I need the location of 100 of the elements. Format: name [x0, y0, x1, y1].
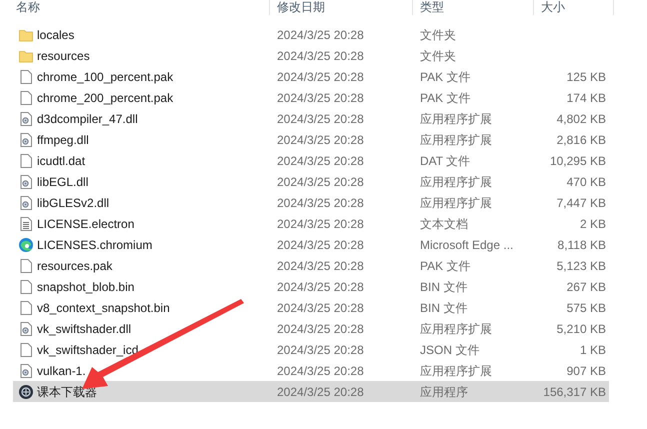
column-header[interactable]: 类型 — [420, 0, 444, 14]
file-size: 8,118 KB — [558, 236, 606, 254]
file-row[interactable]: icudtl.dat 2024/3/25 20:28 DAT 文件 10,295 KB — [13, 150, 609, 171]
file-icon — [18, 68, 34, 84]
modified-date: 2024/3/25 20:28 — [277, 216, 364, 232]
file-icon — [18, 300, 34, 316]
file-name: vk_swiftshader.dll — [37, 320, 132, 338]
file-row[interactable]: resources.pak 2024/3/25 20:28 PAK 文件 5,123 KB — [13, 255, 609, 276]
file-row[interactable]: vulkan-1. 2024/3/25 20:28 应用程序扩展 907 KB — [13, 360, 609, 381]
file-size: 125 KB — [566, 68, 606, 86]
file-type: PAK 文件 — [420, 90, 470, 106]
file-size: 2 KB — [580, 216, 606, 232]
file-icon — [18, 90, 34, 106]
file-type: Microsoft Edge ... — [420, 236, 514, 254]
file-type: 文本文档 — [420, 216, 468, 232]
file-name: snapshot_blob.bin — [37, 278, 134, 296]
file-size: 1 KB — [580, 342, 606, 358]
file-type: 文件夹 — [420, 26, 456, 44]
file-name: libEGL.dll — [37, 174, 88, 190]
text-file-icon — [18, 216, 34, 232]
file-name: d3dcompiler_47.dll — [37, 110, 138, 128]
modified-date: 2024/3/25 20:28 — [277, 342, 364, 358]
file-size: 10,295 KB — [550, 152, 606, 170]
modified-date: 2024/3/25 20:28 — [277, 320, 364, 338]
file-type: 应用程序扩展 — [420, 110, 492, 128]
modified-date: 2024/3/25 20:28 — [277, 26, 364, 44]
file-name: resources — [37, 48, 90, 64]
file-row[interactable]: chrome_100_percent.pak 2024/3/25 20:28 PAK 文件 125 KB — [13, 66, 609, 87]
file-type: 应用程序扩展 — [420, 174, 492, 190]
file-name: resources.pak — [37, 258, 112, 274]
file-name: icudtl.dat — [37, 152, 86, 170]
file-name: chrome_100_percent.pak — [37, 68, 174, 86]
file-size: 2,816 KB — [556, 132, 606, 148]
file-size: 470 KB — [566, 174, 606, 190]
file-row[interactable]: LICENSES.chromium 2024/3/25 20:28 Microsoft Edge ... 8,118 KB — [13, 234, 609, 255]
file-type: DAT 文件 — [420, 152, 470, 170]
file-name: chrome_200_percent.pak — [37, 90, 174, 106]
file-row[interactable]: v8_context_snapshot.bin 2024/3/25 20:28 BIN 文件 575 KB — [13, 297, 609, 318]
file-type: PAK 文件 — [420, 258, 470, 274]
file-name: libGLESv2.dll — [37, 194, 110, 212]
file-size: 174 KB — [566, 90, 606, 106]
gear-file-icon — [18, 110, 34, 126]
file-type: 应用程序扩展 — [420, 362, 492, 380]
file-type: 应用程序 — [420, 384, 468, 400]
column-header[interactable]: 修改日期 — [277, 0, 325, 14]
modified-date: 2024/3/25 20:28 — [277, 236, 364, 254]
file-name: locales — [37, 26, 74, 44]
file-size: 156,317 KB — [543, 384, 606, 400]
file-type: PAK 文件 — [420, 68, 470, 86]
file-size: 5,210 KB — [556, 320, 606, 338]
modified-date: 2024/3/25 20:28 — [277, 48, 364, 64]
modified-date: 2024/3/25 20:28 — [277, 362, 364, 380]
file-row[interactable]: resources 2024/3/25 20:28 文件夹 — [13, 45, 609, 66]
file-row[interactable]: snapshot_blob.bin 2024/3/25 20:28 BIN 文件 267 KB — [13, 276, 609, 297]
modified-date: 2024/3/25 20:28 — [277, 68, 364, 86]
file-size: 4,802 KB — [556, 110, 606, 128]
file-name: v8_context_snapshot.bin — [37, 300, 170, 316]
modified-date: 2024/3/25 20:28 — [277, 110, 364, 128]
file-size: 7,447 KB — [556, 194, 606, 212]
file-row[interactable]: vk_swiftshader_icd 2024/3/25 20:28 JSON 文件 1 KB — [13, 339, 609, 360]
file-size: 5,123 KB — [556, 258, 606, 274]
modified-date: 2024/3/25 20:28 — [277, 132, 364, 148]
modified-date: 2024/3/25 20:28 — [277, 90, 364, 106]
file-name: LICENSE.electron — [37, 216, 134, 232]
file-type: 文件夹 — [420, 48, 456, 64]
file-size: 907 KB — [566, 362, 606, 380]
file-row[interactable]: libGLESv2.dll 2024/3/25 20:28 应用程序扩展 7,447 KB — [13, 192, 609, 213]
app-icon — [18, 384, 34, 400]
modified-date: 2024/3/25 20:28 — [277, 384, 364, 400]
gear-file-icon — [18, 132, 34, 148]
file-row[interactable]: ffmpeg.dll 2024/3/25 20:28 应用程序扩展 2,816 KB — [13, 129, 609, 150]
file-icon — [18, 152, 34, 168]
file-type: BIN 文件 — [420, 300, 468, 316]
gear-file-icon — [18, 194, 34, 210]
gear-file-icon — [18, 320, 34, 336]
file-row[interactable]: LICENSE.electron 2024/3/25 20:28 文本文档 2 KB — [13, 213, 609, 234]
file-row[interactable]: libEGL.dll 2024/3/25 20:28 应用程序扩展 470 KB — [13, 171, 609, 192]
file-type: 应用程序扩展 — [420, 194, 492, 212]
edge-icon — [18, 236, 34, 252]
modified-date: 2024/3/25 20:28 — [277, 278, 364, 296]
file-icon — [18, 278, 34, 294]
modified-date: 2024/3/25 20:28 — [277, 300, 364, 316]
file-row[interactable]: chrome_200_percent.pak 2024/3/25 20:28 PAK 文件 174 KB — [13, 87, 609, 108]
modified-date: 2024/3/25 20:28 — [277, 194, 364, 212]
file-row[interactable]: d3dcompiler_47.dll 2024/3/25 20:28 应用程序扩展 4,802 KB — [13, 108, 609, 129]
file-type: JSON 文件 — [420, 342, 480, 358]
column-header[interactable]: 大小 — [541, 0, 565, 14]
column-header[interactable]: 名称 — [16, 0, 40, 14]
modified-date: 2024/3/25 20:28 — [277, 152, 364, 170]
file-icon — [18, 258, 34, 274]
gear-file-icon — [18, 362, 34, 378]
file-name: LICENSES.chromium — [37, 236, 152, 254]
file-name: vulkan-1. — [37, 362, 86, 380]
file-type: BIN 文件 — [420, 278, 468, 296]
file-row[interactable]: vk_swiftshader.dll 2024/3/25 20:28 应用程序扩展 5,210 KB — [13, 318, 609, 339]
file-name: ffmpeg.dll — [37, 132, 89, 148]
gear-file-icon — [18, 174, 34, 190]
file-type: 应用程序扩展 — [420, 132, 492, 148]
file-size: 575 KB — [566, 300, 606, 316]
file-row[interactable]: locales 2024/3/25 20:28 文件夹 — [13, 24, 609, 45]
